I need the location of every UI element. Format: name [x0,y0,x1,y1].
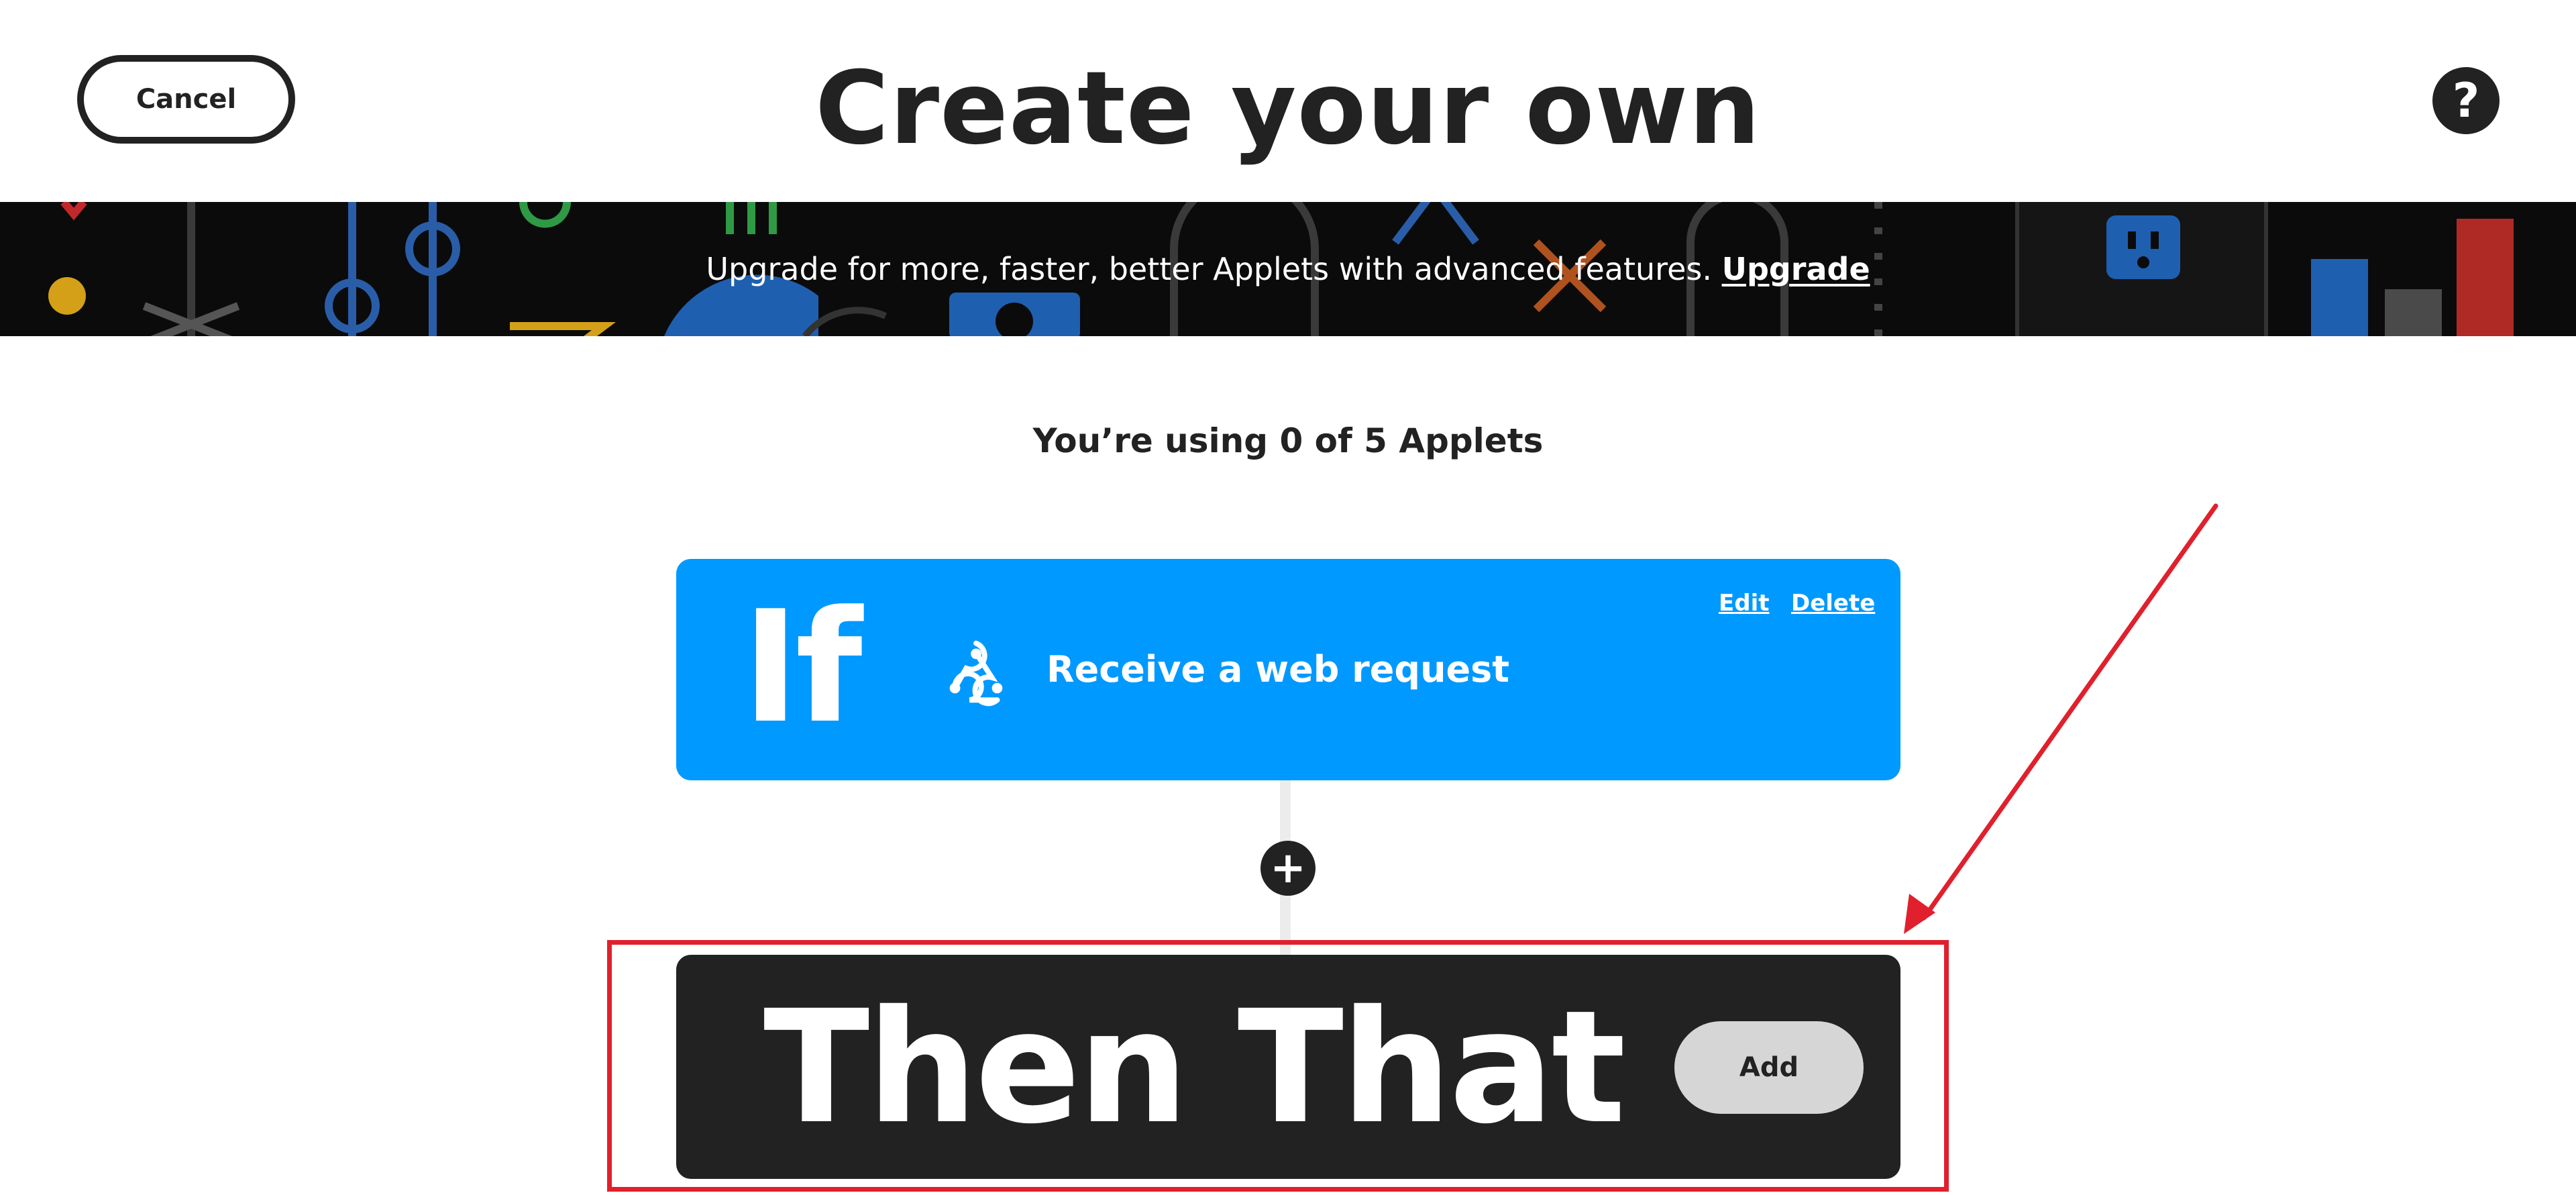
webhook-icon [949,640,1003,707]
help-icon[interactable]: ? [2432,67,2500,134]
create-applet-page: Cancel Create your own ? Upgrade for mor… [0,0,2576,1195]
if-label: If [742,578,863,758]
page-title: Create your own [815,50,1761,167]
delete-trigger-link[interactable]: Delete [1791,590,1875,617]
edit-trigger-link[interactable]: Edit [1719,590,1769,617]
upgrade-message: Upgrade for more, faster, better Applets… [706,251,1712,287]
applet-usage-count: You’re using 0 of 5 Applets [1032,421,1544,460]
annotation-highlight-box [607,940,1949,1192]
upgrade-link[interactable]: Upgrade [1722,251,1870,287]
trigger-label: Receive a web request [1046,648,1510,690]
upgrade-banner-text: Upgrade for more, faster, better Applets… [0,248,2576,291]
upgrade-banner: Upgrade for more, faster, better Applets… [0,202,2576,336]
add-step-button[interactable]: + [1260,841,1316,896]
if-trigger-card: If Receive a web request Edit Delete [676,559,1900,780]
